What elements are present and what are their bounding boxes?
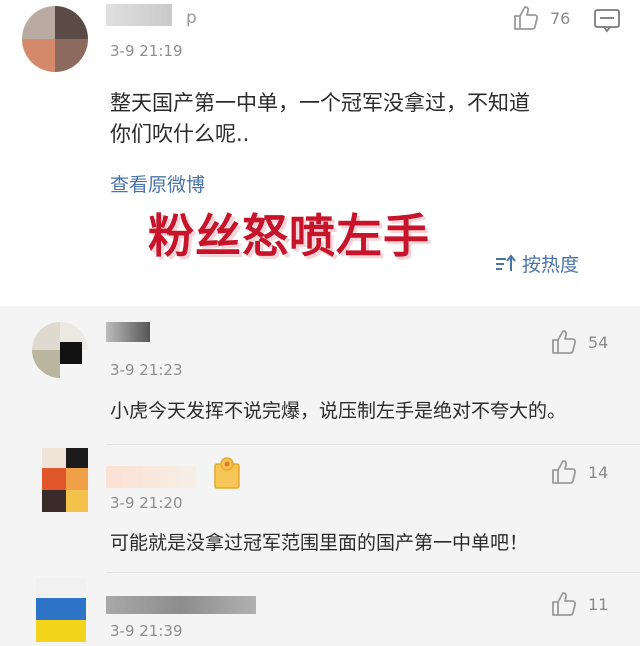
- like-count: 76: [550, 8, 571, 28]
- sort-icon: [494, 253, 516, 274]
- comment-icon[interactable]: [593, 8, 621, 34]
- avatar[interactable]: [36, 578, 86, 642]
- divider: [106, 572, 640, 573]
- comment-time: 3-9 21:20: [110, 494, 183, 512]
- comment-text: 小虎今天发挥不说完爆，说压制左手是绝对不夸大的。: [110, 400, 567, 422]
- vip-badge-icon: [214, 456, 240, 490]
- divider: [106, 444, 640, 445]
- thumbs-up-icon: [550, 328, 578, 356]
- like-button[interactable]: 11: [550, 590, 608, 618]
- username-blurred[interactable]: [106, 4, 172, 26]
- comment-line: 你们吹什么呢..: [110, 122, 250, 146]
- comment-time: 3-9 21:19: [110, 42, 183, 60]
- sort-button[interactable]: 按热度: [494, 250, 579, 277]
- replies-section: [0, 306, 640, 646]
- username-suffix[interactable]: p: [186, 8, 197, 28]
- avatar[interactable]: [32, 322, 88, 378]
- thumbs-up-icon: [550, 458, 578, 486]
- comment-line: 整天国产第一中单，一个冠军没拿过，不知道: [110, 91, 530, 115]
- like-button[interactable]: 76: [512, 4, 570, 32]
- username-blurred[interactable]: [106, 322, 150, 342]
- like-button[interactable]: 14: [550, 458, 608, 486]
- username-blurred[interactable]: [106, 466, 196, 488]
- like-button[interactable]: 54: [550, 328, 608, 356]
- sort-label: 按热度: [522, 254, 580, 276]
- view-original-link[interactable]: 查看原微博: [110, 170, 205, 197]
- comment-text: 可能就是没拿过冠军范围里面的国产第一中单吧！: [110, 532, 529, 554]
- like-count: 11: [588, 594, 609, 614]
- thumbs-up-icon: [512, 4, 540, 32]
- overlay-caption: 粉丝怒喷左手: [148, 209, 430, 263]
- username-blurred[interactable]: [106, 596, 256, 614]
- like-count: 14: [588, 462, 609, 482]
- comment-time: 3-9 21:39: [110, 622, 183, 640]
- avatar[interactable]: [32, 448, 88, 512]
- comment-text: 整天国产第一中单，一个冠军没拿过，不知道 你们吹什么呢..: [110, 88, 530, 150]
- comment-time: 3-9 21:23: [110, 361, 183, 379]
- avatar[interactable]: [22, 6, 88, 72]
- like-count: 54: [588, 332, 609, 352]
- thumbs-up-icon: [550, 590, 578, 618]
